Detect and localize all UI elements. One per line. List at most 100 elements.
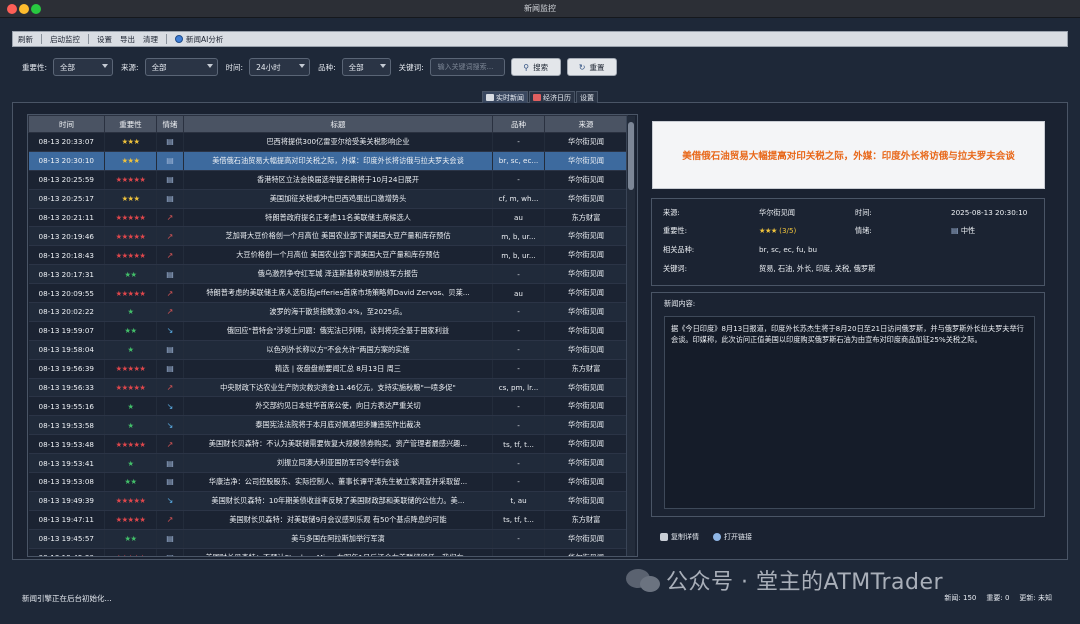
settings-menu-item[interactable]: 设置 xyxy=(97,34,112,45)
cell-importance: ★★★ xyxy=(104,189,157,209)
cell-source: 东方财富 xyxy=(544,208,628,228)
cell-importance: ★★★★★ xyxy=(104,378,157,398)
cell-sentiment: ↗ xyxy=(156,434,184,455)
search-button[interactable]: ⚲ 搜索 xyxy=(510,58,561,76)
table-row[interactable]: 08-13 20:09:55 ★★★★★ ↗ 特朗普考虑的美联储主席人选包括Jeffe… xyxy=(28,283,628,304)
table-row[interactable]: 08-13 20:19:46 ★★★★★ ↗ 芝加哥大豆价格创一个月高位 美国农业部下… xyxy=(28,226,628,247)
table-scrollbar[interactable] xyxy=(626,116,635,556)
open-link-button[interactable]: 打开链接 xyxy=(710,530,755,544)
cell-importance: ★ xyxy=(104,415,157,436)
bar-chart-icon: ▤ xyxy=(166,553,174,556)
ai-analysis-menu-item[interactable]: 新闻AI分析 xyxy=(175,34,223,45)
table-row[interactable]: 08-13 19:59:07 ★★ ↘ 俄回应"普特会"涉领土问题：俄宪法已列明，谈判… xyxy=(28,321,628,341)
table-row[interactable]: 08-13 19:45:30 ★★★★★ ▤ 美国财长贝森特：不预计Stephen M… xyxy=(28,548,628,556)
table-row[interactable]: 08-13 20:02:22 ★ ↗ 波罗的海干散货指数涨0.4%，至2025点。 - 华… xyxy=(28,302,628,322)
tab-economic-calendar[interactable]: 经济日历 xyxy=(529,91,575,103)
importance-stars: ★★★★★ xyxy=(115,515,146,525)
cell-source: 华尔街见闻 xyxy=(544,226,628,247)
source-select[interactable]: 全部 xyxy=(144,58,218,76)
cell-time: 08-13 20:02:22 xyxy=(28,302,105,322)
column-header-variety[interactable]: 品种 xyxy=(492,115,545,133)
importance-stars: ★★★★★ xyxy=(115,231,146,241)
importance-stars: ★★ xyxy=(124,534,137,544)
table-row[interactable]: 08-13 19:55:16 ★ ↘ 外交部约见日本驻华首席公使，向日方表达严重关切 -… xyxy=(28,396,628,417)
cell-title: 美国财长贝森特：不认为美联储需要恢复大规模债券购买。资产管理者最感兴趣... xyxy=(183,434,493,455)
table-header-row: 时间 重要性 情绪 标题 品种 来源 xyxy=(28,115,628,133)
cell-time: 08-13 19:47:11 xyxy=(28,510,105,530)
table-row[interactable]: 08-13 19:47:11 ★★★★★ ↗ 美国财长贝森特：对美联储9月会议感到乐观… xyxy=(28,510,628,530)
cell-time: 08-13 20:17:31 xyxy=(28,264,105,285)
time-select[interactable]: 24小时 xyxy=(249,58,311,76)
table-row[interactable]: 08-13 19:53:41 ★ ▤ 刘振立同澳大利亚国防军司令举行会谈 - 华尔街见闻 xyxy=(28,453,628,474)
cell-time: 08-13 20:21:11 xyxy=(28,208,105,228)
column-header-importance[interactable]: 重要性 xyxy=(104,115,157,133)
keyword-search-input[interactable]: 输入关键词搜索... xyxy=(429,58,505,76)
globe-icon xyxy=(175,35,183,43)
column-header-time[interactable]: 时间 xyxy=(28,115,105,133)
bar-chart-icon: ▤ xyxy=(166,194,174,204)
importance-score: (3/5) xyxy=(779,226,797,235)
table-row[interactable]: 08-13 19:58:04 ★ ▤ 以色列外长称以方"不会允许"两国方案的实施 - 华尔… xyxy=(28,340,628,360)
time-select-value: 24小时 xyxy=(256,62,281,72)
table-row[interactable]: 08-13 20:21:11 ★★★★★ ↗ 特朗普政府提名正考虑11名美联储主席候选… xyxy=(28,208,628,228)
trend-up-icon: ↗ xyxy=(166,439,174,449)
refresh-menu-item[interactable]: 刷新 xyxy=(18,34,33,45)
cell-sentiment: ↗ xyxy=(156,208,184,228)
importance-select[interactable]: 全部 xyxy=(53,58,114,76)
trend-down-icon: ↘ xyxy=(166,420,174,430)
table-row[interactable]: 08-13 19:53:58 ★ ↘ 泰国宪法法院将于本月底对佩通坦涉嫌违宪作出裁决 -… xyxy=(28,415,628,436)
clear-menu-item[interactable]: 清理 xyxy=(143,34,158,45)
table-row[interactable]: 08-13 19:53:08 ★★ ▤ 华康洁净：公司控股股东、实际控制人、董事长谭平… xyxy=(28,472,628,492)
source-filter-label: 来源: xyxy=(121,62,139,72)
cell-source: 华尔街见闻 xyxy=(544,264,628,285)
trend-up-icon: ↗ xyxy=(166,307,174,317)
copy-details-button[interactable]: 复制详情 xyxy=(657,530,702,544)
table-row[interactable]: 08-13 20:25:59 ★★★★★ ▤ 香港特区立法会换届选举提名期将于10月2… xyxy=(28,170,628,190)
table-row[interactable]: 08-13 20:30:10 ★★★ ▤ 美借俄石油贸易大幅提高对印关税之际，外媒：印… xyxy=(28,151,628,171)
importance-value: ★★★ (3/5) xyxy=(759,226,796,235)
tab-settings[interactable]: 设置 xyxy=(576,91,598,103)
column-header-sentiment[interactable]: 情绪 xyxy=(156,115,184,133)
importance-stars: ★★ xyxy=(124,326,137,336)
table-row[interactable]: 08-13 19:56:33 ★★★★★ ↗ 中央财政下达农业生产防灾救灾资金11.4… xyxy=(28,378,628,398)
cell-importance: ★★ xyxy=(104,321,157,341)
column-header-title[interactable]: 标题 xyxy=(183,115,493,133)
variety-select[interactable]: 全部 xyxy=(341,58,391,76)
table-row[interactable]: 08-13 20:25:17 ★★★ ▤ 美国加征关税或冲击巴西鸡蛋出口激增势头 cf,… xyxy=(28,189,628,209)
cell-sentiment: ▤ xyxy=(156,264,184,285)
cell-time: 08-13 19:59:07 xyxy=(28,321,105,341)
table-row[interactable]: 08-13 20:18:43 ★★★★★ ↗ 大豆价格创一个月高位 美国农业部下调美国… xyxy=(28,245,628,266)
time-label: 时间: xyxy=(855,208,872,217)
column-header-source[interactable]: 来源 xyxy=(544,115,628,133)
table-row[interactable]: 08-13 19:45:57 ★★ ▤ 美与多国在阿拉斯加举行军演 - 华尔街见闻 xyxy=(28,529,628,549)
reset-button[interactable]: ↻ 重置 xyxy=(566,58,617,76)
trend-up-icon: ↗ xyxy=(166,250,174,260)
news-content-text[interactable]: 据《今日印度》8月13日报道，印度外长苏杰生将于8月20日至21日访问俄罗斯，并… xyxy=(664,316,1035,509)
start-monitor-menu-item[interactable]: 启动监控 xyxy=(50,34,80,45)
table-row[interactable]: 08-13 20:17:31 ★★ ▤ 俄乌激烈争夺红军城 泽连斯基称收到前线军方报告… xyxy=(28,264,628,285)
table-row[interactable]: 08-13 19:53:48 ★★★★★ ↗ 美国财长贝森特：不认为美联储需要恢复大规… xyxy=(28,434,628,455)
window-title: 新闻监控 xyxy=(524,4,556,13)
cell-sentiment: ▤ xyxy=(156,529,184,549)
cell-title: 美国加征关税或冲击巴西鸡蛋出口激增势头 xyxy=(183,189,493,209)
table-row[interactable]: 08-13 20:33:07 ★★★ ▤ 巴西将提供300亿雷亚尔给受美关税影响企业 -… xyxy=(28,132,628,152)
importance-stars: ★★★★★ xyxy=(115,250,146,260)
cell-title: 华康洁净：公司控股股东、实际控制人、董事长谭平涛先生被立案调查并采取留... xyxy=(183,472,493,492)
tab-realtime-news[interactable]: 实时新闻 xyxy=(482,91,528,103)
cell-sentiment: ↘ xyxy=(156,491,184,511)
cell-importance: ★★★★★ xyxy=(104,245,157,266)
table-row[interactable]: 08-13 19:49:39 ★★★★★ ↘ 美国财长贝森特：10年期美债收益率反映了… xyxy=(28,491,628,511)
importance-stars: ★★ xyxy=(124,269,137,279)
cell-variety: m, b, ur... xyxy=(492,226,545,247)
cell-sentiment: ↘ xyxy=(156,415,184,436)
table-row[interactable]: 08-13 19:56:39 ★★★★★ ▤ 精选 | 夜盘盘前要闻汇总 8月13日 … xyxy=(28,359,628,379)
cell-importance: ★ xyxy=(104,396,157,417)
export-menu-item[interactable]: 导出 xyxy=(120,34,135,45)
cell-title: 大豆价格创一个月高位 美国农业部下调美国大豆产量和库存预估 xyxy=(183,245,493,266)
cell-source: 东方财富 xyxy=(544,510,628,530)
cell-source: 华尔街见闻 xyxy=(544,132,628,152)
scrollbar-thumb[interactable] xyxy=(628,122,634,190)
watermark: 公众号 · 堂主的ATMTrader xyxy=(624,564,943,596)
trend-up-icon: ↗ xyxy=(166,213,174,222)
detail-headline: 美借俄石油贸易大幅提高对印关税之际，外媒：印度外长将访俄与拉夫罗夫会谈 xyxy=(682,151,1015,162)
